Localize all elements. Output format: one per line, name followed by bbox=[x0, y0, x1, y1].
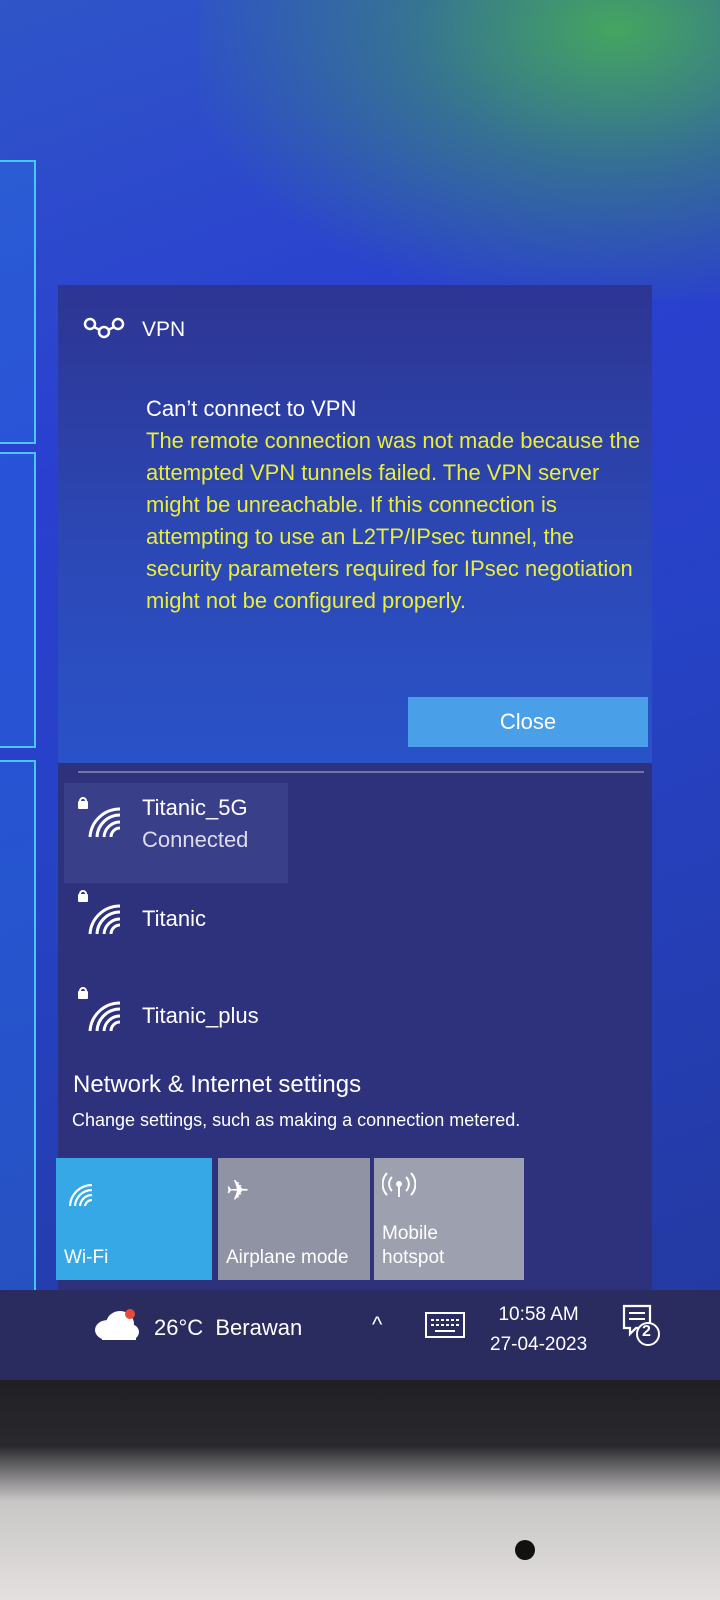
hotspot-label-line2: hotspot bbox=[382, 1247, 445, 1268]
device-bezel bbox=[0, 1380, 720, 1600]
taskbar: 26°C Berawan ^ 10:58 AM 27-04-2023 2 bbox=[0, 1290, 720, 1380]
network-item-titanic[interactable]: Titanic bbox=[76, 888, 206, 943]
vpn-notification: VPN Can’t connect to VPN The remote conn… bbox=[58, 285, 652, 763]
wallpaper-glow bbox=[200, 0, 720, 300]
vpn-header: VPN bbox=[82, 315, 185, 345]
airplane-icon: ✈ bbox=[226, 1175, 250, 1206]
network-item-titanic-5g[interactable]: Titanic_5G Connected bbox=[76, 795, 248, 853]
hotspot-label-line1: Mobile bbox=[382, 1223, 438, 1244]
secured-wifi-icon bbox=[76, 888, 128, 943]
keyboard-icon[interactable] bbox=[425, 1312, 465, 1343]
secured-wifi-icon bbox=[76, 795, 128, 850]
weather-text: 26°C Berawan bbox=[154, 1315, 303, 1340]
network-name: Titanic_plus bbox=[142, 1003, 259, 1028]
network-item-titanic-plus[interactable]: Titanic_plus bbox=[76, 985, 259, 1040]
notification-count: 2 bbox=[642, 1323, 651, 1340]
vpn-icon bbox=[82, 315, 126, 345]
vpn-title: VPN bbox=[142, 318, 186, 341]
background-window bbox=[0, 452, 36, 748]
divider bbox=[78, 771, 644, 773]
network-settings-description: Change settings, such as making a connec… bbox=[72, 1110, 521, 1130]
network-status: Connected bbox=[142, 827, 249, 852]
hotspot-icon bbox=[381, 1172, 417, 1204]
camera-dot bbox=[515, 1540, 535, 1560]
close-button[interactable]: Close bbox=[408, 697, 648, 747]
vpn-error-body: The remote connection was not made becau… bbox=[146, 428, 641, 613]
network-name: Titanic_5G bbox=[142, 795, 248, 820]
notification-center-icon[interactable]: 2 bbox=[622, 1304, 662, 1353]
network-settings-link[interactable]: Network & Internet settings bbox=[73, 1071, 361, 1099]
wifi-icon bbox=[66, 1182, 94, 1214]
clock-date: 27-04-2023 bbox=[490, 1334, 588, 1355]
hotspot-tile-label: Mobile hotspot bbox=[382, 1222, 444, 1270]
mobile-hotspot-tile[interactable]: Mobile hotspot bbox=[374, 1158, 524, 1280]
chevron-up-icon[interactable]: ^ bbox=[372, 1312, 382, 1338]
clock-time: 10:58 AM bbox=[498, 1304, 579, 1325]
secured-wifi-icon bbox=[76, 985, 128, 1040]
wifi-toggle-tile[interactable]: Wi-Fi bbox=[56, 1158, 212, 1280]
vpn-message: Can’t connect to VPN The remote connecti… bbox=[146, 393, 641, 617]
vpn-error-title: Can’t connect to VPN bbox=[146, 396, 357, 421]
weather-widget[interactable]: 26°C Berawan bbox=[92, 1308, 302, 1348]
airplane-tile-label: Airplane mode bbox=[226, 1247, 349, 1268]
cloud-icon bbox=[92, 1308, 140, 1348]
clock[interactable]: 10:58 AM 27-04-2023 bbox=[490, 1300, 587, 1360]
airplane-mode-tile[interactable]: ✈ Airplane mode bbox=[218, 1158, 370, 1280]
network-flyout: Titanic_5G Connected Titanic Titanic_plu… bbox=[56, 763, 652, 1290]
wifi-tile-label: Wi-Fi bbox=[64, 1247, 109, 1268]
background-window bbox=[0, 760, 36, 1299]
desktop-screen: VPN Can’t connect to VPN The remote conn… bbox=[0, 0, 720, 1380]
background-window bbox=[0, 160, 36, 444]
network-name: Titanic bbox=[142, 906, 206, 931]
